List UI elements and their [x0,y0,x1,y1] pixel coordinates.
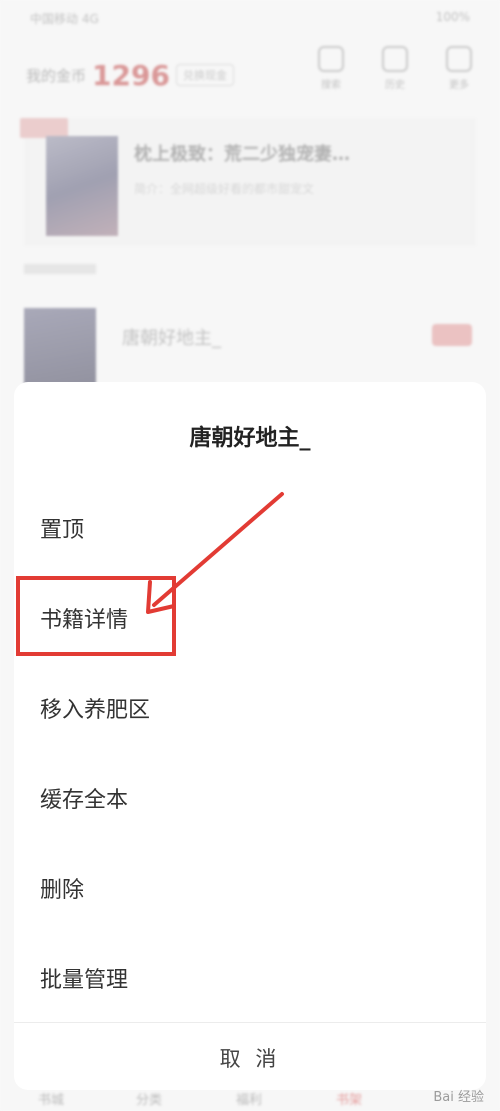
cancel-button[interactable]: 取 消 [14,1022,486,1083]
menu-item-move-to-fattening[interactable]: 移入养肥区 [14,666,486,754]
action-sheet: 唐朝好地主_ 置顶 书籍详情 移入养肥区 缓存全本 删除 批量管理 取 消 [14,382,486,1090]
watermark-text: Bai 经验 [433,1090,484,1105]
annotation-highlight-box [16,576,176,656]
sheet-title: 唐朝好地主_ [189,426,311,451]
menu-item-pin-top[interactable]: 置顶 [14,486,486,574]
menu-item-batch-manage[interactable]: 批量管理 [14,936,486,1024]
menu-item-label: 置顶 [40,518,85,543]
cancel-label: 取 消 [219,1047,281,1071]
menu-item-label: 缓存全本 [40,788,129,813]
menu-item-label: 移入养肥区 [40,698,151,723]
menu-item-label: 批量管理 [40,968,129,993]
menu-item-label: 删除 [40,878,85,903]
menu-item-cache-all[interactable]: 缓存全本 [14,756,486,844]
menu-item-delete[interactable]: 删除 [14,846,486,934]
